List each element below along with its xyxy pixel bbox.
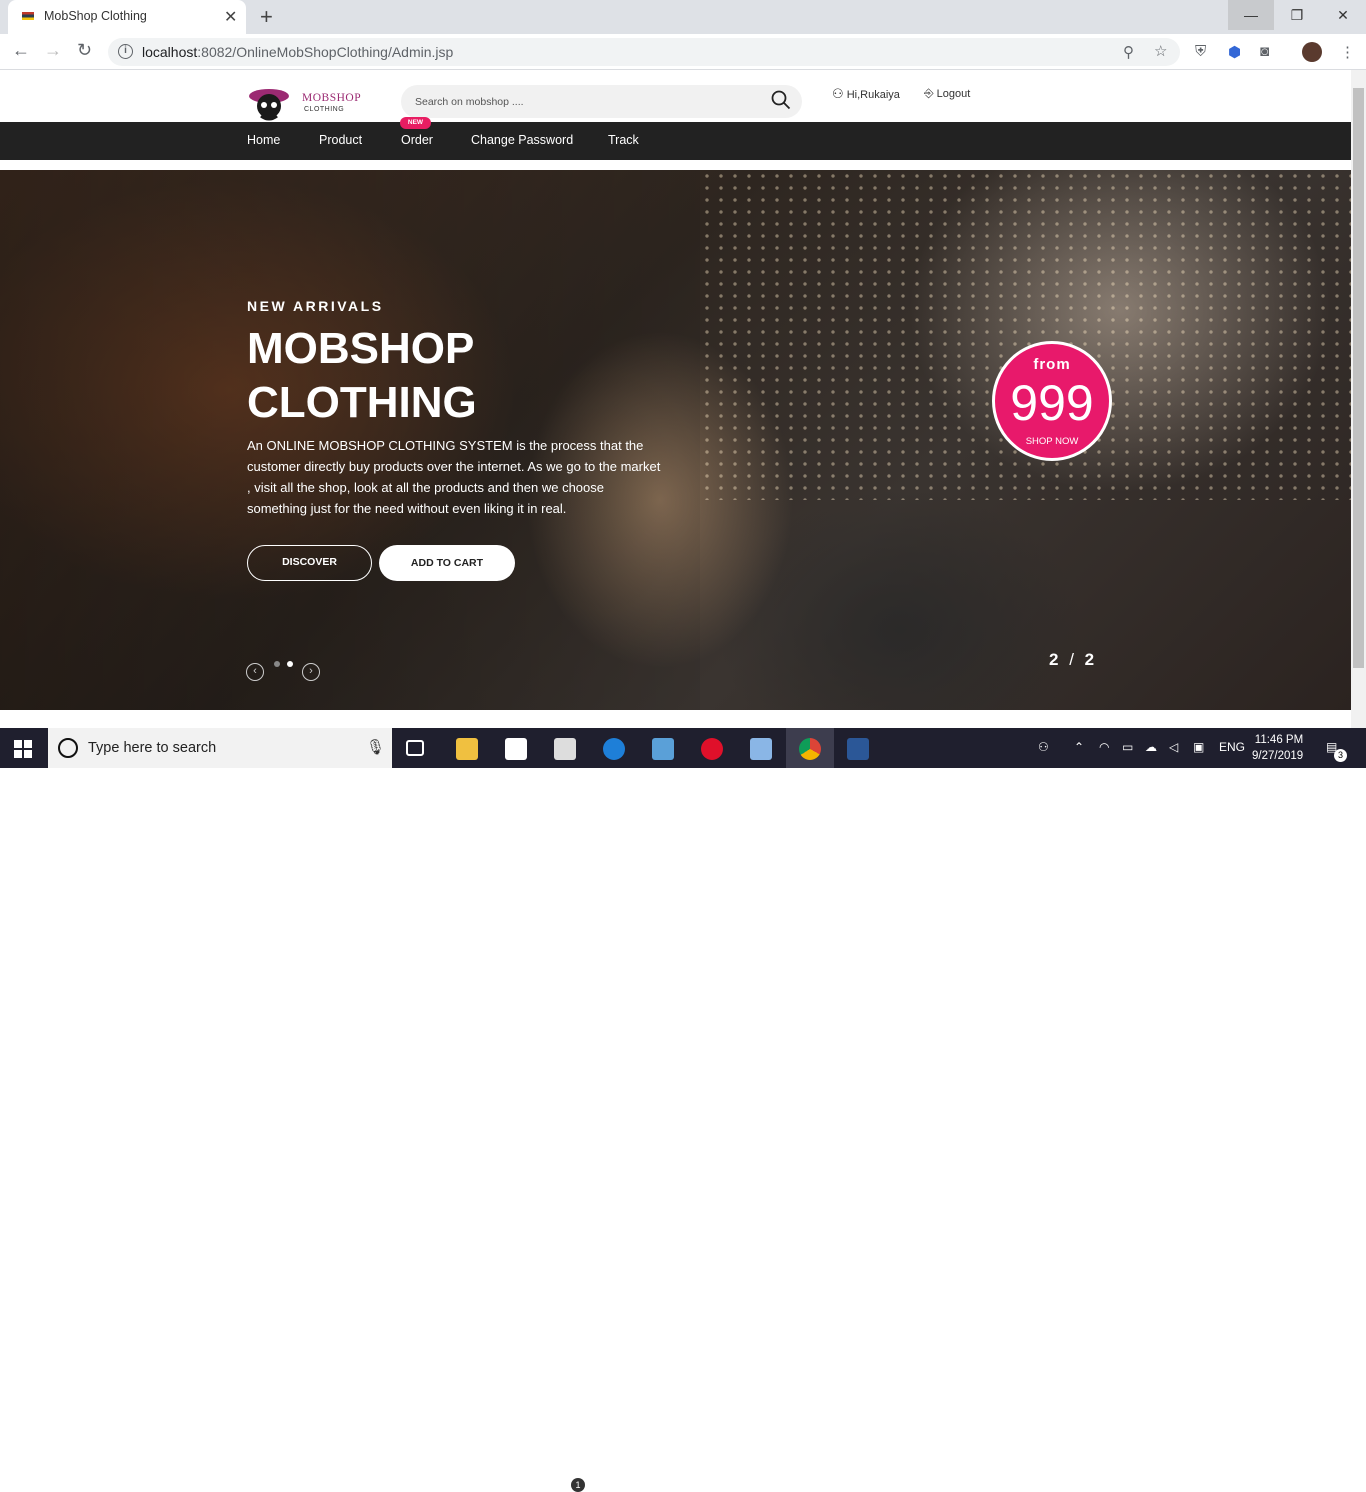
extension-cube-icon[interactable]: ⬢ — [1228, 43, 1241, 61]
promo-from: from — [1033, 356, 1071, 373]
windows-start-icon[interactable] — [14, 740, 32, 758]
main-navbar: Home Product Order Change Password Track — [0, 122, 1351, 160]
notifications-count: 3 — [1334, 749, 1347, 762]
logo-subtext: CLOTHING — [304, 106, 345, 113]
edge-icon[interactable] — [603, 738, 625, 760]
address-bar[interactable]: i localhost:8082/OnlineMobShopClothing/A… — [108, 38, 1180, 66]
slider-dot-active[interactable] — [287, 661, 293, 667]
wifi-icon[interactable]: ◠ — [1099, 740, 1109, 754]
nav-item-product[interactable]: Product — [319, 133, 362, 147]
logout-label: Logout — [936, 88, 971, 100]
maximize-button[interactable]: ❐ — [1274, 0, 1320, 30]
mail-icon[interactable] — [554, 738, 576, 760]
search-bar — [401, 85, 802, 118]
new-badge: NEW — [400, 117, 431, 129]
windows-taskbar: Type here to search 🎙 1 ⚇ ⌃ ◠ ▭ ☁ ◁ ▣ EN… — [0, 728, 1366, 1492]
slide-counter: 2 / 2 — [1049, 650, 1095, 669]
scrollbar-thumb[interactable] — [1353, 88, 1364, 668]
task-view-icon[interactable] — [406, 740, 424, 756]
microphone-icon[interactable]: 🎙 — [366, 738, 385, 756]
extension-camera-icon[interactable]: ◙ — [1260, 43, 1269, 60]
hero-title: MOBSHOP CLOTHING — [247, 324, 477, 427]
chrome-icon[interactable] — [799, 738, 821, 760]
remote-desktop-icon[interactable] — [652, 738, 674, 760]
logout-icon: ⎆ — [924, 86, 934, 100]
hero-tagline: NEW ARRIVALS — [247, 298, 384, 314]
nav-item-home[interactable]: Home — [247, 133, 280, 147]
file-explorer-icon[interactable] — [456, 738, 478, 760]
mail-badge: 1 — [571, 1478, 585, 1492]
battery-icon[interactable]: ▭ — [1122, 740, 1133, 754]
promo-badge[interactable]: from 999 SHOP NOW — [992, 341, 1112, 461]
new-tab-button[interactable]: + — [260, 4, 273, 30]
cortana-icon — [58, 738, 78, 758]
user-account-link[interactable]: ⚇ Hi,Rukaiya — [832, 86, 900, 102]
taskbar-search-text: Type here to search — [88, 740, 217, 756]
browser-menu-icon[interactable]: ⋮ — [1340, 43, 1355, 61]
opera-icon[interactable] — [701, 738, 723, 760]
system-clock[interactable]: 11:46 PM 9/27/2019 — [1252, 732, 1303, 764]
nav-item-order[interactable]: Order — [401, 133, 433, 147]
language-indicator[interactable]: ENG — [1219, 740, 1245, 754]
site-favicon-icon — [22, 12, 34, 20]
search-input[interactable] — [415, 93, 755, 111]
profile-avatar[interactable] — [1302, 42, 1322, 62]
show-hidden-icons-icon[interactable]: ⌃ — [1074, 740, 1084, 754]
taskbar-search-box[interactable]: Type here to search 🎙 — [48, 728, 392, 768]
volume-icon[interactable]: ◁ — [1169, 740, 1178, 754]
shop-now-link[interactable]: SHOP NOW — [995, 436, 1109, 447]
slider-prev-icon[interactable]: ‹ — [246, 663, 264, 681]
word-icon[interactable] — [847, 738, 869, 760]
back-icon[interactable]: ← — [12, 40, 30, 61]
nav-item-change-password[interactable]: Change Password — [471, 133, 573, 147]
nav-item-track[interactable]: Track — [608, 133, 639, 147]
add-to-cart-button[interactable]: ADD TO CART — [379, 545, 515, 581]
hero-description: An ONLINE MOBSHOP CLOTHING SYSTEM is the… — [247, 438, 661, 516]
slider-next-icon[interactable]: › — [302, 663, 320, 681]
bookmark-star-icon[interactable]: ☆ — [1154, 42, 1167, 60]
people-icon[interactable]: ⚇ — [1038, 740, 1049, 754]
slider-dot[interactable] — [274, 661, 280, 667]
extension-shield-icon[interactable]: ⛨ — [1195, 43, 1206, 60]
site-info-icon[interactable]: i — [118, 44, 133, 59]
page-scrollbar[interactable] — [1351, 70, 1366, 728]
browser-tab-bar: MobShop Clothing ✕ + — ❐ ✕ — [0, 0, 1366, 34]
user-greeting: Hi,Rukaiya — [846, 89, 900, 101]
logout-link[interactable]: ⎆ Logout — [924, 86, 970, 101]
virtualbox-icon[interactable] — [750, 738, 772, 760]
browser-tab[interactable]: MobShop Clothing ✕ — [8, 0, 246, 34]
logo-icon[interactable] — [247, 84, 299, 122]
minimize-button[interactable]: — — [1228, 0, 1274, 30]
site-header: MOBSHOP CLOTHING ⚇ Hi,Rukaiya ⎆ Logout — [0, 70, 1351, 122]
logo-text: MOBSHOP — [302, 92, 362, 104]
url-text: localhost:8082/OnlineMobShopClothing/Adm… — [142, 44, 454, 60]
network-icon[interactable]: ▣ — [1193, 740, 1204, 754]
hero-banner: NEW ARRIVALS MOBSHOP CLOTHING An ONLINE … — [0, 170, 1351, 710]
tab-title: MobShop Clothing — [44, 9, 147, 23]
onedrive-icon[interactable]: ☁ — [1145, 740, 1157, 754]
promo-price: 999 — [1010, 375, 1094, 431]
user-icon: ⚇ — [832, 86, 844, 101]
reload-icon[interactable]: ↻ — [77, 40, 92, 61]
tab-close-icon[interactable]: ✕ — [224, 7, 237, 27]
discover-button[interactable]: DISCOVER — [247, 545, 372, 581]
forward-icon[interactable]: → — [44, 40, 62, 61]
search-icon[interactable] — [771, 90, 791, 110]
zoom-icon[interactable]: ⚲ — [1123, 43, 1134, 61]
close-window-button[interactable]: ✕ — [1320, 0, 1366, 30]
store-icon[interactable] — [505, 738, 527, 760]
browser-toolbar: ← → ↻ i localhost:8082/OnlineMobShopClot… — [0, 34, 1366, 70]
